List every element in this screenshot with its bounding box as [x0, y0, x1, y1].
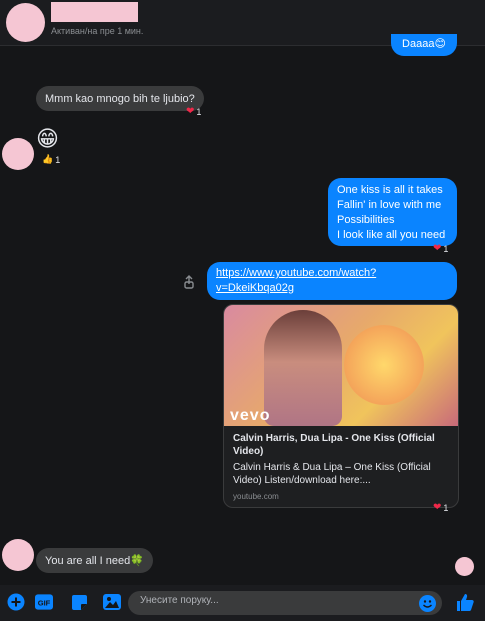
- card-title: Calvin Harris, Dua Lipa - One Kiss (Offi…: [233, 433, 435, 457]
- thumbs-up-icon: 👍: [42, 154, 54, 164]
- sender-avatar[interactable]: [2, 539, 34, 571]
- link-text-line[interactable]: v=DkeiKbqa02g: [216, 281, 448, 296]
- message-line: One kiss is all it takes: [337, 184, 443, 196]
- message-incoming[interactable]: Mmm kao mnogo bih te ljubio?: [36, 86, 204, 111]
- link-preview-card[interactable]: vevo Calvin Harris, Dua Lipa - One Kiss …: [223, 304, 459, 508]
- plus-icon[interactable]: [7, 593, 25, 611]
- message-line: Fallin' in love with me: [337, 199, 442, 211]
- share-icon[interactable]: [183, 275, 195, 289]
- seen-avatar: [455, 557, 474, 576]
- message-reaction[interactable]: ❤ 1: [433, 502, 448, 513]
- message-emoji[interactable]: 😁: [36, 126, 59, 152]
- contact-name[interactable]: [51, 2, 138, 22]
- thumbnail-sun: [344, 325, 424, 405]
- link-text-line[interactable]: https://www.youtube.com/watch?: [216, 266, 448, 281]
- message-text: Daaaa😊: [402, 38, 446, 50]
- message-outgoing-link[interactable]: https://www.youtube.com/watch? v=DkeiKbq…: [207, 262, 457, 300]
- heart-icon: ❤: [433, 243, 442, 254]
- message-text: Mmm kao mnogo bih te ljubio?: [45, 93, 195, 105]
- active-status: Активан/на пре 1 мин.: [51, 26, 144, 36]
- message-outgoing[interactable]: One kiss is all it takes Fallin' in love…: [328, 178, 457, 246]
- message-incoming[interactable]: You are all I need🍀: [36, 548, 153, 573]
- message-reaction[interactable]: ❤ 1: [433, 243, 448, 254]
- message-line: I look like all you need: [337, 229, 446, 241]
- contact-avatar[interactable]: [6, 3, 45, 42]
- emoji-icon[interactable]: [419, 595, 436, 612]
- image-icon[interactable]: [103, 593, 121, 611]
- thumbs-up-icon[interactable]: [455, 592, 475, 612]
- reaction-count: 1: [443, 243, 449, 254]
- message-outgoing[interactable]: Daaaa😊: [391, 34, 457, 56]
- heart-icon: ❤: [186, 106, 195, 117]
- heart-icon: ❤: [433, 502, 442, 513]
- message-line: Possibilities: [337, 214, 395, 226]
- reaction-count: 1: [443, 502, 449, 513]
- message-input[interactable]: Унесите поруку...: [128, 591, 442, 615]
- thumbnail-figure: [264, 310, 342, 426]
- sticker-icon[interactable]: [70, 593, 88, 611]
- video-thumbnail[interactable]: vevo: [224, 305, 458, 426]
- reaction-count: 1: [55, 154, 61, 165]
- card-domain: youtube.com: [233, 492, 279, 501]
- reaction-count: 1: [196, 106, 202, 117]
- card-description: Calvin Harris & Dua Lipa – One Kiss (Off…: [233, 462, 431, 486]
- message-reaction[interactable]: 👍 1: [42, 154, 60, 165]
- vevo-logo: vevo: [230, 407, 271, 424]
- message-text: You are all I need🍀: [45, 555, 144, 567]
- svg-text:GIF: GIF: [38, 598, 51, 607]
- message-reaction[interactable]: ❤ 1: [186, 106, 201, 117]
- sender-avatar[interactable]: [2, 138, 34, 170]
- gif-icon[interactable]: GIF: [35, 593, 53, 611]
